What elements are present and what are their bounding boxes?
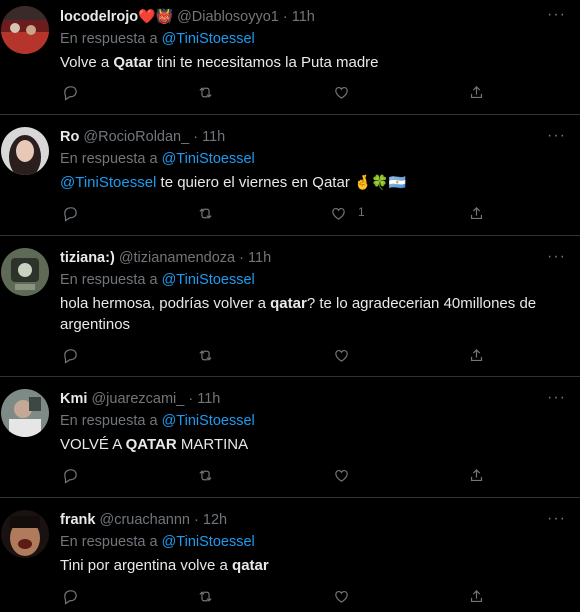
like-icon[interactable] [331, 465, 351, 485]
text-mention[interactable]: @TiniStoessel [60, 174, 156, 191]
reply-prefix: En respuesta a [60, 272, 158, 288]
share-icon[interactable] [466, 586, 486, 606]
tweet[interactable]: locodelrojo❤️👹 @Diablosoyyo1 · 11h ··· E… [0, 0, 580, 115]
retweet-icon[interactable] [195, 203, 215, 223]
action-bar [0, 82, 580, 102]
reply-prefix: En respuesta a [60, 534, 158, 550]
avatar[interactable] [1, 510, 49, 558]
avatar-image [1, 127, 49, 175]
more-options-icon[interactable]: ··· [547, 510, 566, 528]
display-name[interactable]: Kmi [60, 391, 87, 407]
more-options-icon[interactable]: ··· [547, 248, 566, 266]
avatar[interactable] [1, 127, 49, 175]
tweet-text: hola hermosa, podrías volver a qatar? te… [60, 295, 537, 333]
tweet-text: @TiniStoessel te quiero el viernes en Qa… [60, 174, 407, 191]
retweet-icon[interactable] [195, 82, 215, 102]
retweet-icon[interactable] [195, 345, 215, 365]
avatar-image [1, 6, 49, 54]
tweet[interactable]: tiziana:) @tizianamendoza · 11h ··· En r… [0, 236, 580, 377]
reply-context: En respuesta a @TiniStoessel [60, 30, 564, 49]
handle[interactable]: @juarezcami_ [91, 391, 184, 407]
avatar-image [1, 389, 49, 437]
tweet-text: Tini por argentina volve a qatar [60, 557, 269, 574]
avatar-image [1, 248, 49, 296]
reply-icon[interactable] [60, 203, 80, 223]
meta-separator: · [239, 250, 244, 266]
retweet-icon[interactable] [195, 586, 215, 606]
timestamp[interactable]: 12h [203, 512, 227, 528]
tweet[interactable]: Kmi @juarezcami_ · 11h ··· En respuesta … [0, 377, 580, 498]
like-icon[interactable] [331, 82, 351, 102]
more-options-icon[interactable]: ··· [547, 389, 566, 407]
reply-prefix: En respuesta a [60, 151, 158, 167]
more-options-icon[interactable]: ··· [547, 127, 566, 145]
display-name[interactable]: frank [60, 512, 95, 528]
avatar-image [1, 510, 49, 558]
reply-mention[interactable]: @TiniStoessel [162, 413, 255, 429]
handle[interactable]: @cruachannn [100, 512, 191, 528]
display-name[interactable]: locodelrojo [60, 9, 138, 25]
action-bar [0, 586, 580, 606]
share-icon[interactable] [466, 465, 486, 485]
timestamp[interactable]: 11h [248, 250, 271, 266]
tweet[interactable]: frank @cruachannn · 12h ··· En respuesta… [0, 498, 580, 612]
reply-context: En respuesta a @TiniStoessel [60, 271, 564, 290]
reply-icon[interactable] [60, 345, 80, 365]
tweet-emojis: 🤞🍀🇦🇷 [353, 174, 407, 190]
meta-separator: · [193, 129, 199, 145]
meta-separator: · [282, 9, 288, 25]
action-bar [0, 465, 580, 485]
reply-prefix: En respuesta a [60, 413, 158, 429]
display-name[interactable]: tiziana:) [60, 250, 115, 266]
like-icon[interactable] [331, 586, 351, 606]
like-count: 1 [358, 205, 365, 219]
like-icon[interactable] [328, 203, 348, 223]
share-icon[interactable] [466, 82, 486, 102]
more-options-icon[interactable]: ··· [547, 6, 566, 24]
reply-context: En respuesta a @TiniStoessel [60, 412, 564, 431]
reply-context: En respuesta a @TiniStoessel [60, 150, 564, 169]
share-icon[interactable] [466, 203, 486, 223]
meta-separator: · [188, 391, 194, 407]
meta-separator: · [194, 512, 199, 528]
timestamp[interactable]: 11h [197, 391, 220, 407]
reply-mention[interactable]: @TiniStoessel [162, 272, 255, 288]
reply-icon[interactable] [60, 82, 80, 102]
reply-mention[interactable]: @TiniStoessel [162, 151, 255, 167]
handle[interactable]: @Diablosoyyo1 [177, 9, 279, 25]
handle[interactable]: @RocioRoldan_ [83, 129, 189, 145]
reply-icon[interactable] [60, 586, 80, 606]
avatar[interactable] [1, 248, 49, 296]
reply-mention[interactable]: @TiniStoessel [162, 31, 255, 47]
action-bar: 1 [0, 203, 580, 223]
name-emoji: ❤️👹 [138, 8, 174, 24]
reply-context: En respuesta a @TiniStoessel [60, 533, 564, 552]
display-name[interactable]: Ro [60, 129, 79, 145]
timestamp[interactable]: 11h [202, 129, 225, 145]
action-bar [0, 345, 580, 365]
avatar[interactable] [1, 389, 49, 437]
timestamp[interactable]: 11h [292, 9, 315, 25]
handle[interactable]: @tizianamendoza [119, 250, 235, 266]
tweet-text: VOLVÉ A QATAR MARTINA [60, 436, 249, 453]
tweet[interactable]: Ro @RocioRoldan_ · 11h ··· En respuesta … [0, 115, 580, 236]
reply-mention[interactable]: @TiniStoessel [162, 534, 255, 550]
tweet-text: Volve a Qatar tini te necesitamos la Put… [60, 54, 379, 71]
avatar[interactable] [1, 6, 49, 54]
reply-prefix: En respuesta a [60, 31, 158, 47]
like-icon[interactable] [331, 345, 351, 365]
retweet-icon[interactable] [195, 465, 215, 485]
reply-icon[interactable] [60, 465, 80, 485]
share-icon[interactable] [466, 345, 486, 365]
